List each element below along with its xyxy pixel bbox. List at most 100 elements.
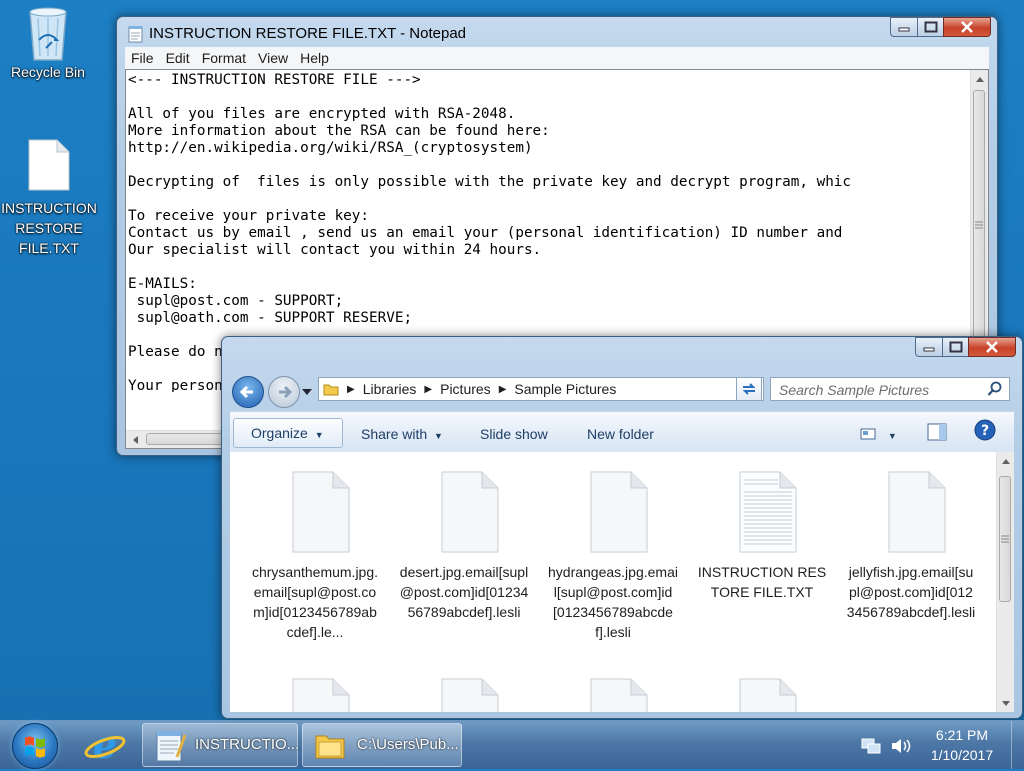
file-name: chrysanthemum.jpg.email[supl@post.com]id…	[251, 564, 379, 640]
help-button[interactable]: ?	[974, 419, 996, 447]
blank-document-icon	[590, 678, 648, 712]
notepad-line	[128, 259, 963, 276]
blank-document-icon	[441, 471, 499, 553]
forward-button[interactable]	[268, 376, 300, 408]
maximize-button[interactable]	[917, 17, 943, 37]
chevron-down-icon: ▼	[887, 431, 897, 441]
file-item[interactable]: desert.jpg.email[supl@post.com]id[012345…	[399, 470, 529, 622]
scroll-left-button[interactable]	[126, 431, 143, 448]
change-view-button[interactable]: ▼	[860, 422, 897, 450]
arrow-left-icon	[132, 435, 138, 444]
folder-icon	[323, 384, 339, 396]
arrow-left-icon	[239, 385, 253, 399]
close-button[interactable]	[968, 337, 1016, 357]
menu-help[interactable]: Help	[294, 50, 335, 66]
arrow-up-icon	[975, 76, 984, 82]
notepad-menubar: File Edit Format View Help	[125, 47, 989, 70]
close-button[interactable]	[943, 17, 991, 37]
notepad-line: supl@post.com - SUPPORT;	[128, 293, 344, 309]
file-item[interactable]: jellyfish.jpg.email[supl@post.com]id[012…	[846, 470, 976, 622]
file-item[interactable]: INSTRUCTION RESTORE FILE.TXT	[697, 470, 827, 602]
refresh-button[interactable]	[736, 377, 762, 401]
notepad-line: Contact us by email , send us an email y…	[128, 225, 843, 241]
notepad-titlebar[interactable]: INSTRUCTION RESTORE FILE.TXT - Notepad	[117, 17, 997, 47]
menu-file[interactable]: File	[125, 50, 160, 66]
internet-explorer-button[interactable]: e	[80, 722, 130, 767]
file-item[interactable]: chrysanthemum.jpg.email[supl@post.com]id…	[250, 470, 380, 642]
taskbar-button-label: INSTRUCTIO...	[195, 736, 300, 753]
notepad-line: All of you files are encrypted with RSA-…	[128, 106, 516, 122]
notepad-line: E-MAILS:	[128, 276, 197, 292]
notepad-icon	[156, 731, 187, 762]
arrow-down-icon	[1001, 700, 1010, 706]
taskbar-explorer-button[interactable]: C:\Users\Pub...	[302, 723, 462, 767]
blank-document-icon	[292, 471, 350, 553]
breadcrumb-sample-pictures[interactable]: Sample Pictures	[514, 381, 616, 397]
scrollbar-thumb[interactable]	[999, 476, 1011, 602]
maximize-icon	[924, 21, 937, 33]
notepad-caption-buttons	[890, 17, 991, 38]
menu-format[interactable]: Format	[196, 50, 252, 66]
folder-icon	[315, 735, 345, 759]
notepad-line	[128, 191, 963, 208]
scrollbar-thumb[interactable]	[973, 90, 985, 360]
volume-tray-icon[interactable]	[890, 736, 912, 759]
file-list-pane[interactable]: chrysanthemum.jpg.email[supl@post.com]id…	[230, 452, 1014, 712]
recent-locations-button[interactable]	[302, 385, 314, 397]
notepad-line: <--- INSTRUCTION RESTORE FILE --->	[128, 72, 421, 88]
scroll-up-button[interactable]	[971, 70, 988, 87]
share-with-button[interactable]: Share with ▼	[361, 420, 443, 448]
start-button[interactable]	[12, 723, 58, 769]
maximize-button[interactable]	[942, 337, 968, 357]
command-bar: Organize ▼ Share with ▼ Slide show New f…	[230, 411, 1014, 453]
notepad-line: Our specialist will contact you within 2…	[128, 242, 542, 258]
system-clock[interactable]: 6:21 PM 1/10/2017	[922, 725, 1002, 765]
organize-button[interactable]: Organize ▼	[233, 418, 343, 448]
notepad-line	[128, 157, 963, 174]
svg-text:?: ?	[981, 423, 989, 439]
notepad-line: http://en.wikipedia.org/wiki/RSA_(crypto…	[128, 140, 533, 156]
breadcrumb-separator-icon: ▶	[498, 383, 507, 395]
text-document-icon	[739, 471, 797, 553]
preview-pane-button[interactable]	[927, 422, 947, 450]
minimize-button[interactable]	[890, 17, 917, 37]
network-tray-icon[interactable]	[860, 737, 882, 758]
search-input[interactable]	[777, 379, 981, 401]
file-name: hydrangeas.jpg.email[supl@post.com]id[01…	[548, 564, 678, 640]
address-bar[interactable]: ▶ Libraries ▶ Pictures ▶ Sample Pictures	[318, 377, 764, 401]
breadcrumb-pictures[interactable]: Pictures	[440, 381, 491, 397]
network-icon	[861, 738, 881, 754]
notepad-icon	[128, 26, 143, 43]
desktop-icon-instruction-file[interactable]: INSTRUCTION RESTORE FILE.TXT	[1, 138, 97, 258]
preview-pane-icon	[927, 423, 947, 441]
breadcrumb-libraries[interactable]: Libraries	[363, 381, 417, 397]
menu-view[interactable]: View	[252, 50, 294, 66]
file-item[interactable]: hydrangeas.jpg.email[supl@post.com]id[01…	[548, 470, 678, 642]
minimize-button[interactable]	[915, 337, 942, 357]
desktop-icon-recycle-bin[interactable]: Recycle Bin	[0, 4, 96, 82]
clock-date: 1/10/2017	[930, 747, 994, 763]
minimize-icon	[898, 27, 910, 32]
file-name: desert.jpg.email[supl@post.com]id[012345…	[399, 564, 529, 620]
arrow-up-icon	[1001, 458, 1010, 464]
search-icon[interactable]	[987, 381, 1003, 397]
scroll-down-button[interactable]	[997, 695, 1014, 712]
scroll-up-button[interactable]	[997, 452, 1014, 469]
blank-document-icon	[441, 678, 499, 712]
slide-show-label: Slide show	[480, 426, 548, 442]
taskbar-notepad-button[interactable]: INSTRUCTIO...	[142, 723, 300, 767]
slide-show-button[interactable]: Slide show	[480, 420, 548, 448]
search-box[interactable]	[770, 377, 1010, 401]
speaker-icon	[892, 739, 911, 753]
back-button[interactable]	[232, 376, 264, 408]
internet-explorer-icon: e	[84, 722, 126, 767]
file-name: INSTRUCTION RESTORE FILE.TXT	[697, 564, 827, 600]
menu-edit[interactable]: Edit	[160, 50, 196, 66]
close-icon	[961, 21, 973, 33]
show-desktop-button[interactable]	[1011, 721, 1024, 769]
new-folder-button[interactable]: New folder	[587, 420, 654, 448]
vertical-scrollbar[interactable]	[996, 452, 1014, 712]
organize-label: Organize	[251, 425, 308, 441]
taskbar: e INSTRUCTIO... C:\Users\Pub... 6:21 PM …	[0, 720, 1024, 769]
maximize-icon	[949, 341, 962, 353]
